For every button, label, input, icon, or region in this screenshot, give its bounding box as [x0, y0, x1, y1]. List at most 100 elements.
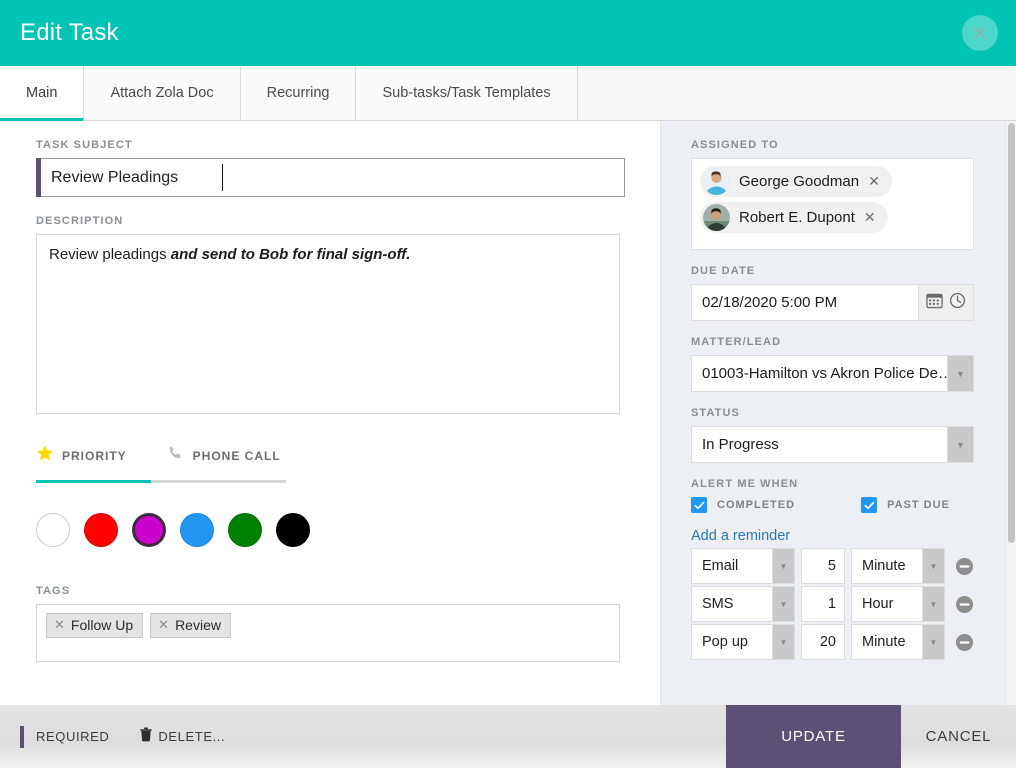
task-type-toggle: PRIORITY PHONE CALL — [36, 444, 286, 483]
description-textarea[interactable]: Review pleadings and send to Bob for fin… — [36, 234, 620, 414]
due-date-group: DUE DATE — [691, 265, 986, 321]
chevron-down-icon[interactable]: ▼ — [923, 548, 945, 584]
cancel-button-label: CANCEL — [926, 728, 992, 745]
tab-sub-tasks-task-templates[interactable]: Sub-tasks/Task Templates — [356, 66, 577, 120]
matter-lead-select[interactable]: 01003-Hamilton vs Akron Police De… ▼ — [691, 355, 974, 392]
close-icon[interactable]: ✕ — [868, 173, 880, 190]
color-swatch-blue[interactable] — [180, 513, 214, 547]
color-swatch-white[interactable] — [36, 513, 70, 547]
alert-me-when-label: ALERT ME WHEN — [691, 478, 986, 490]
cancel-button[interactable]: CANCEL — [901, 705, 1016, 768]
color-swatch-red[interactable] — [84, 513, 118, 547]
edit-task-dialog: Edit Task Main Attach Zola Doc Recurring… — [0, 0, 1016, 768]
delete-button-label: DELETE... — [158, 729, 225, 744]
avatar — [703, 204, 730, 231]
vertical-scrollbar[interactable] — [1005, 121, 1016, 705]
task-type-phone-call-label: PHONE CALL — [193, 449, 281, 463]
required-legend-bar — [20, 726, 24, 748]
close-icon[interactable]: ✕ — [864, 209, 876, 226]
task-subject-input[interactable] — [41, 158, 625, 197]
minus-circle-icon[interactable] — [955, 557, 974, 576]
tab-bar-filler — [578, 66, 1016, 120]
tab-recurring[interactable]: Recurring — [241, 66, 357, 120]
tag-label: Follow Up — [71, 617, 133, 633]
reminder-amount-input[interactable]: 1 — [801, 586, 845, 622]
close-button[interactable] — [962, 15, 998, 51]
color-swatch-black[interactable] — [276, 513, 310, 547]
assigned-to-box[interactable]: George Goodman ✕ — [691, 158, 974, 250]
matter-lead-value: 01003-Hamilton vs Akron Police De… — [691, 355, 948, 392]
color-swatch-green[interactable] — [228, 513, 262, 547]
reminder-row: SMS ▼ 1 Hour ▼ — [691, 586, 986, 622]
reminder-channel-select[interactable]: SMS ▼ — [691, 586, 795, 622]
task-type-phone-call[interactable]: PHONE CALL — [167, 444, 281, 467]
reminder-unit-select[interactable]: Minute ▼ — [851, 548, 945, 584]
assignee-name: George Goodman — [739, 173, 859, 190]
chevron-down-icon[interactable]: ▼ — [923, 624, 945, 660]
due-date-picker-buttons[interactable] — [919, 284, 974, 321]
matter-lead-label: MATTER/LEAD — [691, 336, 986, 348]
star-icon — [36, 444, 54, 467]
status-group: STATUS In Progress ▼ — [691, 407, 986, 463]
tag-chip: ✕ Follow Up — [46, 613, 143, 638]
scrollbar-thumb[interactable] — [1008, 123, 1015, 543]
footer-left-group: REQUIRED DELETE... — [0, 705, 726, 768]
assigned-to-group: ASSIGNED TO George Goodman ✕ — [691, 139, 986, 250]
task-subject-field-wrap — [36, 158, 638, 197]
alert-completed-label: COMPLETED — [717, 499, 795, 511]
dialog-titlebar: Edit Task — [0, 0, 1016, 66]
dialog-body: TASK SUBJECT DESCRIPTION Review pleading… — [0, 121, 1016, 705]
tags-input-box[interactable]: ✕ Follow Up ✕ Review — [36, 604, 620, 662]
required-legend: REQUIRED — [20, 726, 109, 748]
clock-icon[interactable] — [949, 292, 966, 314]
tab-label: Recurring — [267, 85, 330, 101]
reminder-unit-select[interactable]: Hour ▼ — [851, 586, 945, 622]
checkbox-completed[interactable] — [691, 497, 707, 513]
calendar-icon[interactable] — [926, 292, 943, 314]
tab-attach-zola-doc[interactable]: Attach Zola Doc — [84, 66, 240, 120]
checkbox-past-due[interactable] — [861, 497, 877, 513]
matter-lead-group: MATTER/LEAD 01003-Hamilton vs Akron Poli… — [691, 336, 986, 392]
reminder-channel-select[interactable]: Pop up ▼ — [691, 624, 795, 660]
assigned-to-label: ASSIGNED TO — [691, 139, 986, 151]
reminder-amount-input[interactable]: 5 — [801, 548, 845, 584]
reminder-channel-value: Email — [691, 548, 773, 584]
due-date-input[interactable] — [691, 284, 919, 321]
task-type-priority-label: PRIORITY — [62, 449, 127, 463]
chevron-down-icon[interactable]: ▼ — [773, 586, 795, 622]
tab-bar: Main Attach Zola Doc Recurring Sub-tasks… — [0, 66, 1016, 121]
close-icon[interactable]: ✕ — [54, 617, 65, 633]
reminder-channel-select[interactable]: Email ▼ — [691, 548, 795, 584]
assignee-name: Robert E. Dupont — [739, 209, 855, 226]
main-form-pane: TASK SUBJECT DESCRIPTION Review pleading… — [0, 121, 660, 705]
alert-options-row: COMPLETED PAST DUE — [691, 497, 986, 513]
reminder-amount-input[interactable]: 20 — [801, 624, 845, 660]
due-date-row — [691, 284, 974, 321]
tags-label: TAGS — [36, 585, 638, 597]
assignee-chip: George Goodman ✕ — [700, 166, 892, 197]
status-select[interactable]: In Progress ▼ — [691, 426, 974, 463]
close-icon[interactable]: ✕ — [158, 617, 169, 633]
description-text-emphasis: and send to Bob for final sign-off. — [171, 246, 411, 263]
chevron-down-icon[interactable]: ▼ — [923, 586, 945, 622]
reminder-unit-select[interactable]: Minute ▼ — [851, 624, 945, 660]
update-button[interactable]: UPDATE — [726, 705, 901, 768]
chevron-down-icon[interactable]: ▼ — [948, 426, 974, 463]
minus-circle-icon[interactable] — [955, 633, 974, 652]
color-swatch-magenta[interactable] — [132, 513, 166, 547]
tab-main[interactable]: Main — [0, 66, 84, 120]
chevron-down-icon[interactable]: ▼ — [773, 548, 795, 584]
color-swatch-group — [36, 513, 638, 547]
minus-circle-icon[interactable] — [955, 595, 974, 614]
alert-me-when-group: ALERT ME WHEN COMPLETED — [691, 478, 986, 513]
chevron-down-icon[interactable]: ▼ — [773, 624, 795, 660]
required-indicator-bar — [36, 158, 41, 197]
task-type-priority[interactable]: PRIORITY — [36, 444, 127, 467]
reminder-channel-value: SMS — [691, 586, 773, 622]
delete-button[interactable]: DELETE... — [139, 727, 225, 747]
add-reminder-link[interactable]: Add a reminder — [691, 528, 986, 544]
trash-icon — [139, 727, 153, 747]
chevron-down-icon[interactable]: ▼ — [948, 355, 974, 392]
assignee-chip: Robert E. Dupont ✕ — [700, 202, 888, 233]
description-text-plain: Review pleadings — [49, 246, 171, 263]
